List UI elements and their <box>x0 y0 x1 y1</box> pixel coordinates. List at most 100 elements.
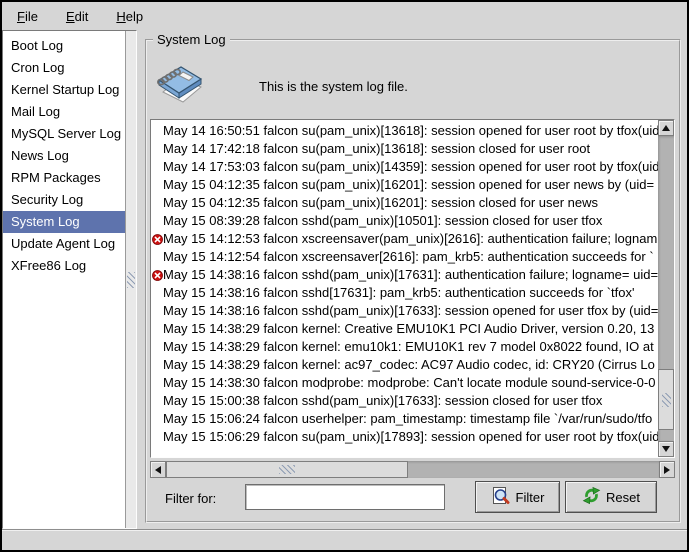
log-type-list: Boot LogCron LogKernel Startup LogMail L… <box>3 31 125 528</box>
log-row[interactable]: May 15 15:06:24 falcon userhelper: pam_t… <box>151 410 658 428</box>
reset-button-label: Reset <box>606 490 640 505</box>
log-type-sidebar: Boot LogCron LogKernel Startup LogMail L… <box>2 30 137 529</box>
scrollbar-grip <box>279 465 295 474</box>
main-panel: System Log <box>137 30 687 529</box>
vertical-scroll-thumb[interactable] <box>658 369 674 430</box>
sidebar-item-mail-log[interactable]: Mail Log <box>3 101 125 123</box>
menubar: File Edit Help <box>2 2 687 30</box>
log-row[interactable]: May 15 14:38:16 falcon sshd[17631]: pam_… <box>151 284 658 302</box>
groupbox-title: System Log <box>153 32 230 47</box>
error-icon <box>151 230 163 248</box>
log-icon-slot-empty <box>151 320 163 338</box>
left-arrow-icon <box>155 466 161 474</box>
filter-input[interactable] <box>245 484 445 510</box>
scrollbar-grip <box>662 393 671 407</box>
book-icon <box>153 59 205 110</box>
horizontal-scroll-track[interactable] <box>166 461 659 478</box>
log-row[interactable]: May 15 14:38:29 falcon kernel: emu10k1: … <box>151 338 658 356</box>
log-description: This is the system log file. <box>259 79 408 94</box>
log-text: May 15 15:06:24 falcon userhelper: pam_t… <box>163 410 652 428</box>
log-row[interactable]: May 15 14:12:53 falcon xscreensaver(pam_… <box>151 230 658 248</box>
log-text: May 15 14:12:53 falcon xscreensaver(pam_… <box>163 230 657 248</box>
log-text: May 15 14:38:16 falcon sshd(pam_unix)[17… <box>163 302 658 320</box>
menu-file[interactable]: File <box>10 6 45 27</box>
log-text: May 15 04:12:35 falcon su(pam_unix)[1620… <box>163 176 654 194</box>
log-text: May 15 08:39:28 falcon sshd(pam_unix)[10… <box>163 212 602 230</box>
log-row[interactable]: May 15 15:00:38 falcon sshd(pam_unix)[17… <box>151 392 658 410</box>
log-list-frame: May 14 16:50:51 falcon su(pam_unix)[1361… <box>150 119 675 458</box>
up-arrow-icon <box>662 125 670 131</box>
log-row[interactable]: May 15 04:12:35 falcon su(pam_unix)[1620… <box>151 194 658 212</box>
status-bar <box>2 529 687 550</box>
log-row[interactable]: May 14 17:42:18 falcon su(pam_unix)[1361… <box>151 140 658 158</box>
log-entries: May 14 16:50:51 falcon su(pam_unix)[1361… <box>151 120 658 457</box>
menu-edit[interactable]: Edit <box>59 6 95 27</box>
log-icon-slot-empty <box>151 410 163 428</box>
sidebar-item-rpm-packages[interactable]: RPM Packages <box>3 167 125 189</box>
log-icon-slot-empty <box>151 158 163 176</box>
log-text: May 15 14:38:16 falcon sshd[17631]: pam_… <box>163 284 635 302</box>
log-icon-slot-empty <box>151 356 163 374</box>
sidebar-item-mysql-server-log[interactable]: MySQL Server Log <box>3 123 125 145</box>
log-text: May 15 15:06:29 falcon su(pam_unix)[1789… <box>163 428 658 446</box>
log-icon-slot-empty <box>151 140 163 158</box>
log-text: May 15 14:38:16 falcon sshd(pam_unix)[17… <box>163 266 658 284</box>
error-icon <box>151 266 163 284</box>
log-row[interactable]: May 15 08:39:28 falcon sshd(pam_unix)[10… <box>151 212 658 230</box>
log-row[interactable]: May 15 04:12:35 falcon su(pam_unix)[1620… <box>151 176 658 194</box>
horizontal-scrollbar[interactable] <box>150 461 675 478</box>
log-icon-slot-empty <box>151 428 163 446</box>
log-text: May 14 17:42:18 falcon su(pam_unix)[1361… <box>163 140 590 158</box>
filter-label: Filter for: <box>165 491 216 506</box>
log-icon-slot-empty <box>151 338 163 356</box>
scroll-up-button[interactable] <box>658 120 674 136</box>
right-arrow-icon <box>664 466 670 474</box>
sidebar-item-update-agent-log[interactable]: Update Agent Log <box>3 233 125 255</box>
log-text: May 15 14:38:29 falcon kernel: emu10k1: … <box>163 338 654 356</box>
sidebar-item-system-log[interactable]: System Log <box>3 211 125 233</box>
horizontal-scroll-thumb[interactable] <box>166 461 408 478</box>
log-text: May 15 14:38:29 falcon kernel: ac97_code… <box>163 356 655 374</box>
magnifier-document-icon <box>491 486 511 509</box>
log-row[interactable]: May 15 14:38:29 falcon kernel: ac97_code… <box>151 356 658 374</box>
vertical-scrollbar[interactable] <box>658 120 674 457</box>
scroll-down-button[interactable] <box>658 441 674 457</box>
sidebar-item-kernel-startup-log[interactable]: Kernel Startup Log <box>3 79 125 101</box>
menu-help[interactable]: Help <box>109 6 150 27</box>
sidebar-item-cron-log[interactable]: Cron Log <box>3 57 125 79</box>
log-icon-slot-empty <box>151 284 163 302</box>
sidebar-item-security-log[interactable]: Security Log <box>3 189 125 211</box>
description-row: This is the system log file. <box>147 53 679 113</box>
log-row[interactable]: May 15 14:12:54 falcon xscreensaver[2616… <box>151 248 658 266</box>
log-icon-slot-empty <box>151 248 163 266</box>
reset-button[interactable]: Reset <box>565 481 657 513</box>
log-text: May 15 04:12:35 falcon su(pam_unix)[1620… <box>163 194 598 212</box>
sidebar-item-xfree86-log[interactable]: XFree86 Log <box>3 255 125 277</box>
sidebar-item-news-log[interactable]: News Log <box>3 145 125 167</box>
scroll-left-button[interactable] <box>150 461 166 478</box>
scroll-right-button[interactable] <box>659 461 675 478</box>
log-icon-slot-empty <box>151 194 163 212</box>
log-row[interactable]: May 15 15:06:29 falcon su(pam_unix)[1789… <box>151 428 658 446</box>
log-row[interactable]: May 14 17:53:03 falcon su(pam_unix)[1435… <box>151 158 658 176</box>
log-text: May 15 14:12:54 falcon xscreensaver[2616… <box>163 248 654 266</box>
sidebar-scrollbar[interactable] <box>125 31 136 528</box>
log-row[interactable]: May 15 14:38:29 falcon kernel: Creative … <box>151 320 658 338</box>
log-row[interactable]: May 15 14:38:30 falcon modprobe: modprob… <box>151 374 658 392</box>
system-log-groupbox: System Log <box>145 39 681 523</box>
sidebar-item-boot-log[interactable]: Boot Log <box>3 35 125 57</box>
log-row[interactable]: May 14 16:50:51 falcon su(pam_unix)[1361… <box>151 122 658 140</box>
log-text: May 15 14:38:30 falcon modprobe: modprob… <box>163 374 655 392</box>
log-row[interactable]: May 15 14:38:16 falcon sshd(pam_unix)[17… <box>151 266 658 284</box>
down-arrow-icon <box>662 446 670 452</box>
log-text: May 15 15:00:38 falcon sshd(pam_unix)[17… <box>163 392 602 410</box>
log-icon-slot-empty <box>151 212 163 230</box>
log-viewer-window: File Edit Help Boot LogCron LogKernel Star… <box>0 0 689 552</box>
filter-button[interactable]: Filter <box>475 481 560 513</box>
log-row[interactable]: May 15 14:38:16 falcon sshd(pam_unix)[17… <box>151 302 658 320</box>
log-text: May 14 17:53:03 falcon su(pam_unix)[1435… <box>163 158 658 176</box>
refresh-arrows-icon <box>582 486 601 508</box>
log-icon-slot-empty <box>151 176 163 194</box>
log-text: May 15 14:38:29 falcon kernel: Creative … <box>163 320 654 338</box>
vertical-scroll-track[interactable] <box>658 136 674 441</box>
